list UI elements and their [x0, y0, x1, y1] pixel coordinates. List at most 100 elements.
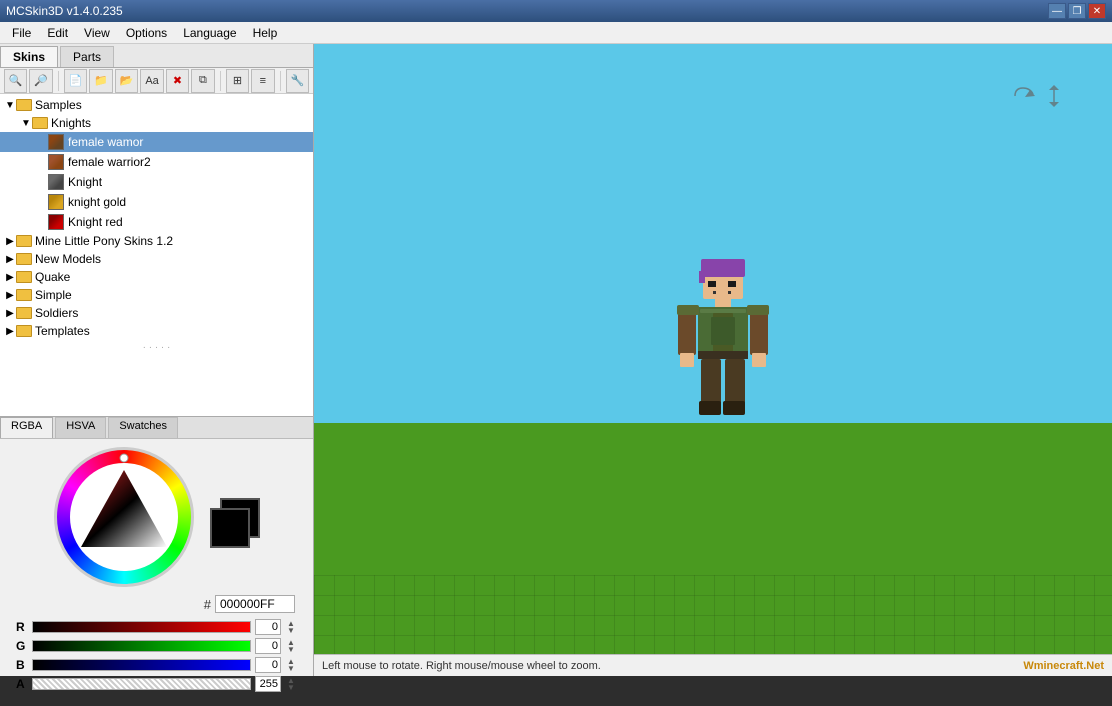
close-button[interactable]: ✕	[1088, 3, 1106, 19]
folder-icon-soldiers	[16, 307, 32, 319]
clone-button[interactable]: ⧉	[191, 69, 214, 93]
tab-swatches[interactable]: Swatches	[108, 417, 178, 438]
watermark: Wminecraft.Net	[1023, 660, 1104, 672]
sep2	[220, 71, 221, 91]
zoom-icon	[1046, 84, 1062, 108]
r-label: R	[16, 620, 28, 634]
b-slider[interactable]	[32, 659, 251, 671]
folder-icon-knights	[32, 117, 48, 129]
thumb-female-warrior	[48, 134, 64, 150]
tree-item-knight-gold[interactable]: knight gold	[0, 192, 313, 212]
import-button[interactable]: 📂	[115, 69, 138, 93]
tree-label-quake: Quake	[35, 270, 70, 284]
color-wheel-svg	[57, 450, 191, 584]
rotate-icon	[1010, 84, 1040, 108]
tree-item-female-warrior2[interactable]: female warrior2	[0, 152, 313, 172]
tree-view[interactable]: ▼ Samples ▼ Knights female wamor female …	[0, 94, 313, 416]
a-label: A	[16, 677, 28, 691]
tree-label-mine-little: Mine Little Pony Skins 1.2	[35, 234, 173, 248]
b-value[interactable]	[255, 657, 281, 673]
g-arrows: ▲ ▼	[285, 639, 297, 653]
zoom-out-button[interactable]: 🔍	[4, 69, 27, 93]
tree-item-quake[interactable]: ▶ Quake	[0, 268, 313, 286]
g-slider[interactable]	[32, 640, 251, 652]
r-down[interactable]: ▼	[285, 627, 297, 634]
a-slider[interactable]	[32, 678, 251, 690]
tree-item-new-models[interactable]: ▶ New Models	[0, 250, 313, 268]
g-down[interactable]: ▼	[285, 646, 297, 653]
folder-icon-quake	[16, 271, 32, 283]
tree-item-simple[interactable]: ▶ Simple	[0, 286, 313, 304]
character-model	[673, 259, 753, 442]
folder-icon-new-models	[16, 253, 32, 265]
tree-label-female-warrior2: female warrior2	[68, 155, 151, 169]
left-panel: Skins Parts 🔍 🔎 📄 📁 📂 Aa ✖ ⧉ ⊞ ≡ 🔧 ▼	[0, 44, 314, 676]
a-arrows: ▲ ▼	[285, 677, 297, 691]
menu-view[interactable]: View	[76, 24, 118, 42]
delete-button[interactable]: ✖	[166, 69, 189, 93]
restore-button[interactable]: ❐	[1068, 3, 1086, 19]
statusbar: Left mouse to rotate. Right mouse/mouse …	[314, 654, 1112, 676]
tree-item-knight[interactable]: Knight	[0, 172, 313, 192]
tree-item-knights[interactable]: ▼ Knights	[0, 114, 313, 132]
g-label: G	[16, 639, 28, 653]
minimize-button[interactable]: —	[1048, 3, 1066, 19]
list-view-button[interactable]: ≡	[251, 69, 274, 93]
hex-input[interactable]	[215, 595, 295, 613]
color-wheel-area	[54, 447, 260, 587]
a-down[interactable]: ▼	[285, 684, 297, 691]
thumb-knight-gold	[48, 194, 64, 210]
a-value[interactable]	[255, 676, 281, 692]
r-slider[interactable]	[32, 621, 251, 633]
tree-label-knight-red: Knight red	[68, 215, 123, 229]
menu-options[interactable]: Options	[118, 24, 175, 42]
hex-input-row: #	[8, 595, 305, 613]
menu-language[interactable]: Language	[175, 24, 244, 42]
foreground-color-box[interactable]	[210, 508, 250, 548]
arrow-soldiers: ▶	[4, 308, 16, 319]
tab-rgba[interactable]: RGBA	[0, 417, 53, 438]
r-slider-row: R ▲ ▼	[16, 619, 297, 635]
tree-item-soldiers[interactable]: ▶ Soldiers	[0, 304, 313, 322]
b-label: B	[16, 658, 28, 672]
tree-label-templates: Templates	[35, 324, 90, 338]
tree-item-knight-red[interactable]: Knight red	[0, 212, 313, 232]
r-value[interactable]	[255, 619, 281, 635]
viewport[interactable]: 📄 📂 🌐 ↶ ↷ 👁 🖌 💉 🔍 ✂ ⭐ ⬛ ⚡ 👤 🎨 ▶ ⊞ ⇔ ▦ ⬜ …	[314, 44, 1112, 676]
tree-item-female-warrior[interactable]: female wamor	[0, 132, 313, 152]
zoom-in-button[interactable]: 🔎	[29, 69, 52, 93]
folder-icon-mine-little	[16, 235, 32, 247]
b-down[interactable]: ▼	[285, 665, 297, 672]
tree-item-mine-little[interactable]: ▶ Mine Little Pony Skins 1.2	[0, 232, 313, 250]
tree-item-samples[interactable]: ▼ Samples	[0, 96, 313, 114]
add-skin-button[interactable]: 📄	[64, 69, 87, 93]
settings-button[interactable]: 🔧	[286, 69, 309, 93]
main-area: Skins Parts 🔍 🔎 📄 📁 📂 Aa ✖ ⧉ ⊞ ≡ 🔧 ▼	[0, 44, 1112, 676]
b-slider-row: B ▲ ▼	[16, 657, 297, 673]
titlebar-controls: — ❐ ✕	[1048, 3, 1106, 19]
g-value[interactable]	[255, 638, 281, 654]
rename-button[interactable]: Aa	[140, 69, 163, 93]
folder-icon-samples	[16, 99, 32, 111]
add-folder-button[interactable]: 📁	[89, 69, 112, 93]
tree-item-templates[interactable]: ▶ Templates	[0, 322, 313, 340]
grid-view-button[interactable]: ⊞	[226, 69, 249, 93]
tab-skins[interactable]: Skins	[0, 46, 58, 67]
arrow-mine-little: ▶	[4, 236, 16, 247]
titlebar-title: MCSkin3D v1.4.0.235	[6, 4, 123, 18]
titlebar: MCSkin3D v1.4.0.235 — ❐ ✕	[0, 0, 1112, 22]
arrow-samples: ▼	[4, 100, 16, 111]
menu-help[interactable]: Help	[245, 24, 286, 42]
menu-edit[interactable]: Edit	[39, 24, 76, 42]
a-slider-row: A ▲ ▼	[16, 676, 297, 692]
viewport-arrows	[1010, 84, 1062, 108]
tab-hsva[interactable]: HSVA	[55, 417, 106, 438]
secondary-toolbar: 🔍 🔎 📄 📁 📂 Aa ✖ ⧉ ⊞ ≡ 🔧	[0, 68, 313, 94]
arrow-simple: ▶	[4, 290, 16, 301]
menu-file[interactable]: File	[4, 24, 39, 42]
thumb-knight	[48, 174, 64, 190]
r-arrows: ▲ ▼	[285, 620, 297, 634]
tab-parts[interactable]: Parts	[60, 46, 114, 67]
tree-label-female-warrior: female wamor	[68, 135, 143, 149]
color-wheel[interactable]	[54, 447, 194, 587]
